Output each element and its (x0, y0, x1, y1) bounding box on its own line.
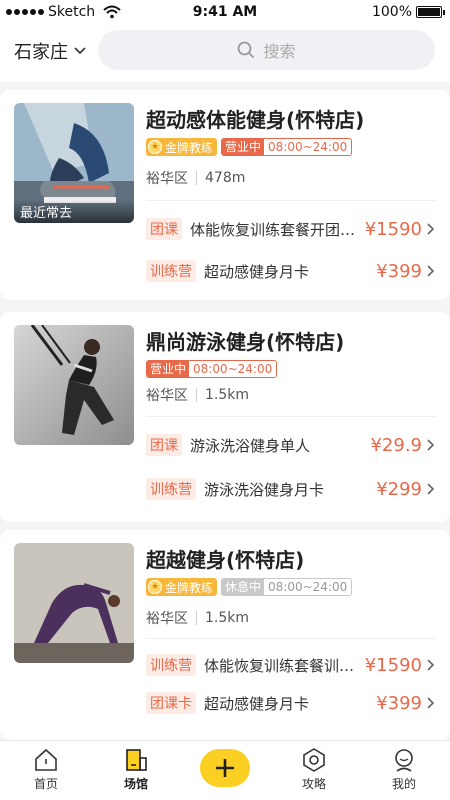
gold-coach-badge: ★ 金牌教练 (146, 578, 218, 596)
offer-title: 体能恢复训练套餐开团… (190, 220, 356, 239)
offer-price: ¥1590 (364, 218, 422, 240)
distance-label: 1.5km (205, 387, 250, 403)
status-badge: 休息中 08:00~24:00 (221, 578, 353, 596)
store-badges: ★ 金牌教练 营业中 08:00~24:00 (146, 138, 353, 156)
add-button[interactable] (200, 749, 250, 787)
battery-icon (416, 6, 445, 18)
chevron-right-icon (427, 659, 435, 671)
plus-icon (216, 759, 234, 777)
offer-title: 超动感健身月卡 (204, 694, 310, 713)
divider (196, 611, 197, 625)
status-badge: 营业中 08:00~24:00 (221, 138, 353, 156)
offer-row[interactable]: 团课 游泳洗浴健身单人 ¥29.9 (146, 432, 436, 458)
hours-label: 08:00~24:00 (189, 361, 277, 377)
store-name: 超越健身(怀特店) (146, 548, 305, 572)
tab-home[interactable]: 首页 (16, 747, 76, 792)
district-label: 裕华区 (146, 388, 188, 404)
divider (196, 171, 197, 185)
tab-bar: 首页 场馆 攻略 我的 (0, 740, 450, 800)
status-label: 营业中 (147, 361, 190, 377)
offer-title: 体能恢复训练套餐训… (204, 656, 355, 675)
offer-row[interactable]: 团课卡 超动感健身月卡 ¥399 (146, 690, 436, 716)
offer-row[interactable]: 训练营 游泳洗浴健身月卡 ¥299 (146, 476, 436, 502)
chevron-down-icon (74, 47, 86, 55)
store-card[interactable]: 超越健身(怀特店) ★ 金牌教练 休息中 08:00~24:00 裕华区 1.5km… (0, 530, 450, 740)
tab-venue-label: 场馆 (123, 777, 148, 791)
offer-tag: 训练营 (146, 260, 196, 282)
district-label: 裕华区 (146, 171, 188, 187)
offer-title: 超动感健身月卡 (204, 262, 310, 281)
profile-icon (395, 749, 413, 772)
district-label: 裕华区 (146, 611, 188, 627)
offer-row[interactable]: 训练营 体能恢复训练套餐训… ¥1590 (146, 652, 436, 678)
status-label: 营业中 (222, 139, 265, 155)
status-right: 100% (371, 4, 445, 20)
offer-tag: 训练营 (146, 654, 196, 676)
hours-label: 08:00~24:00 (264, 579, 352, 595)
tab-venue[interactable]: 场馆 (106, 747, 166, 792)
recent-visit-tag: 最近常去 (14, 200, 134, 223)
medal-icon: ★ (148, 580, 162, 594)
battery-percent: 100% (371, 4, 412, 20)
search-icon (238, 41, 255, 59)
divider (146, 200, 436, 201)
city-label: 石家庄 (14, 42, 68, 63)
chevron-right-icon (427, 697, 435, 709)
gold-coach-label: 金牌教练 (165, 140, 214, 155)
chevron-right-icon (427, 223, 435, 235)
offer-row[interactable]: 团课 体能恢复训练套餐开团… ¥1590 (146, 216, 436, 242)
distance-label: 478m (205, 170, 246, 186)
status-bar: Sketch 9:41 AM 100% (0, 0, 450, 26)
hours-label: 08:00~24:00 (264, 139, 352, 155)
tab-home-label: 首页 (33, 777, 58, 791)
offer-tag: 训练营 (146, 478, 196, 500)
store-name: 超动感体能健身(怀特店) (146, 108, 365, 132)
tab-guide[interactable]: 攻略 (284, 747, 344, 792)
header: 石家庄 搜索 (0, 26, 450, 82)
tab-guide-label: 攻略 (301, 777, 326, 791)
store-image: 最近常去 (14, 103, 134, 223)
medal-icon: ★ (148, 140, 162, 154)
store-card[interactable]: 鼎尚游泳健身(怀特店) 营业中 08:00~24:00 裕华区 1.5km 团课 … (0, 312, 450, 522)
offer-row[interactable]: 训练营 超动感健身月卡 ¥399 (146, 258, 436, 284)
offer-title: 游泳洗浴健身单人 (190, 436, 311, 455)
home-icon (35, 748, 57, 771)
store-location: 裕华区 1.5km (146, 385, 249, 405)
store-image (14, 325, 134, 445)
chevron-right-icon (427, 265, 435, 277)
status-badge: 营业中 08:00~24:00 (146, 360, 278, 378)
offer-price: ¥399 (376, 260, 422, 282)
city-selector[interactable]: 石家庄 (14, 38, 86, 64)
store-card[interactable]: 最近常去 超动感体能健身(怀特店) ★ 金牌教练 营业中 08:00~24:00 裕… (0, 90, 450, 300)
offer-tag: 团课卡 (146, 692, 196, 714)
distance-label: 1.5km (205, 610, 250, 626)
gold-coach-label: 金牌教练 (165, 580, 214, 595)
offer-price: ¥1590 (364, 654, 422, 676)
offer-price: ¥29.9 (370, 434, 422, 456)
gold-coach-badge: ★ 金牌教练 (146, 138, 218, 156)
offer-tag: 团课 (146, 218, 182, 240)
tab-mine-label: 我的 (391, 777, 416, 791)
guide-icon (303, 748, 325, 772)
divider (146, 638, 436, 639)
offer-title: 游泳洗浴健身月卡 (204, 480, 325, 499)
search-placeholder: 搜索 (263, 42, 296, 61)
store-location: 裕华区 478m (146, 168, 245, 188)
store-badges: ★ 金牌教练 休息中 08:00~24:00 (146, 578, 353, 596)
store-image (14, 543, 134, 663)
search-input[interactable]: 搜索 (98, 30, 435, 70)
offer-price: ¥399 (376, 692, 422, 714)
chevron-right-icon (427, 483, 435, 495)
divider (146, 416, 436, 417)
store-badges: 营业中 08:00~24:00 (146, 360, 278, 378)
offer-price: ¥299 (376, 478, 422, 500)
offer-tag: 团课 (146, 434, 182, 456)
store-location: 裕华区 1.5km (146, 608, 249, 628)
status-label: 休息中 (222, 579, 265, 595)
venue-icon (126, 749, 147, 771)
store-name: 鼎尚游泳健身(怀特店) (146, 330, 345, 354)
divider (196, 388, 197, 402)
chevron-right-icon (427, 439, 435, 451)
tab-mine[interactable]: 我的 (374, 747, 434, 792)
